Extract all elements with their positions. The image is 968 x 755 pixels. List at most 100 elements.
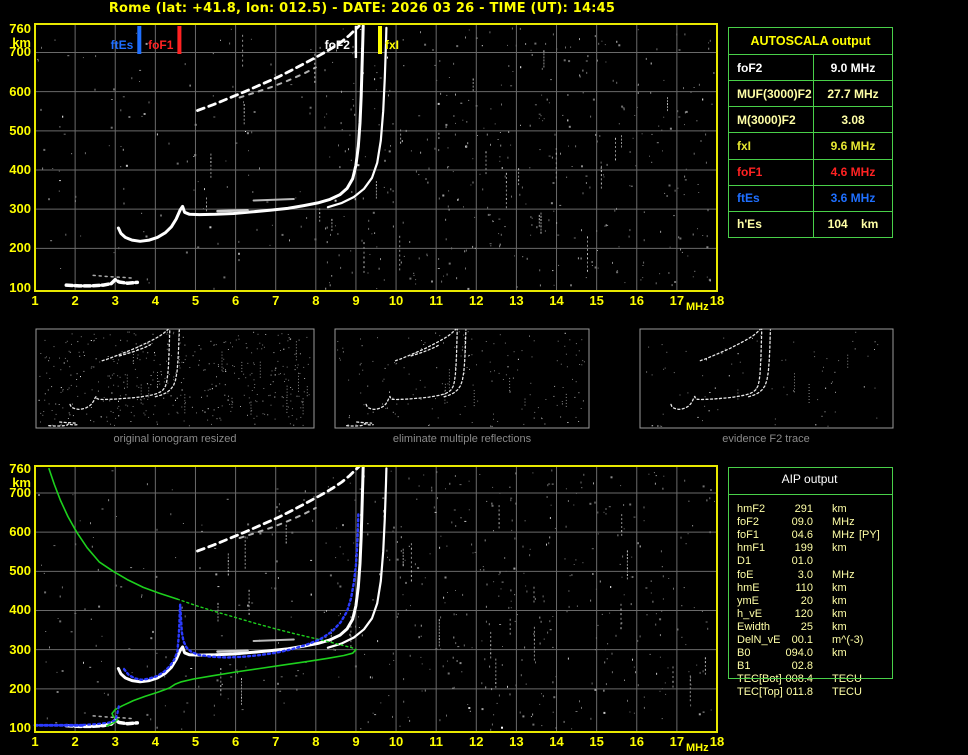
thumb-noise	[476, 364, 477, 366]
noise-speck	[699, 671, 701, 674]
noise-streak-dot	[314, 62, 316, 65]
noise-speck	[539, 616, 541, 619]
noise-streak-dot	[410, 543, 412, 546]
noise-speck	[685, 110, 688, 113]
thumb-noise	[835, 391, 836, 393]
noise-speck	[500, 144, 502, 147]
thumb-noise	[215, 385, 217, 387]
thumb-noise	[49, 357, 50, 359]
noise-speck	[656, 48, 658, 51]
noise-speck	[685, 644, 687, 646]
noise-speck	[413, 272, 415, 274]
noise-speck	[581, 165, 583, 168]
noise-streak-dot	[533, 638, 535, 641]
noise-speck	[326, 95, 328, 98]
noise-streak-dot	[319, 215, 321, 218]
thumb-noise	[119, 409, 121, 411]
noise-speck	[491, 502, 493, 505]
thumb-noise	[471, 354, 473, 356]
thumb-noise	[126, 383, 128, 385]
noise-streak-dot	[495, 662, 497, 665]
noise-streak-dot	[505, 189, 507, 192]
noise-speck	[499, 245, 501, 248]
x-tick-label: 12	[469, 734, 484, 749]
noise-streak-dot	[689, 675, 691, 678]
noise-speck	[235, 669, 238, 671]
thumb-noise	[200, 348, 202, 350]
thumb-noise	[565, 402, 567, 404]
thumb-noise	[163, 381, 165, 383]
thumb-noise	[179, 342, 181, 344]
noise-speck	[668, 272, 670, 274]
noise-streak-dot	[626, 574, 628, 576]
noise-speck	[343, 216, 345, 217]
thumb-noise	[355, 424, 357, 426]
thumb-noise	[198, 345, 200, 346]
noise-speck	[467, 704, 469, 705]
noise-speck	[393, 660, 395, 661]
noise-speck	[474, 551, 477, 553]
noise-speck	[498, 595, 500, 597]
noise-speck	[522, 715, 525, 718]
thumb-noise	[65, 342, 67, 344]
noise-speck	[552, 33, 554, 36]
noise-streak-dot	[242, 64, 244, 67]
noise-speck	[498, 694, 500, 697]
noise-speck	[496, 702, 498, 704]
noise-streak-dot	[248, 597, 250, 600]
noise-streak-dot	[538, 218, 540, 221]
noise-speck	[615, 634, 617, 637]
noise-speck	[656, 142, 659, 144]
thumb-noise	[147, 398, 149, 400]
thumb-noise	[64, 357, 66, 359]
thumb-noise	[66, 340, 68, 342]
noise-speck	[374, 108, 376, 110]
thumb-noise	[295, 341, 297, 343]
noise-speck	[534, 597, 536, 600]
noise-speck	[687, 255, 689, 257]
noise-speck	[372, 211, 375, 214]
noise-speck	[525, 683, 527, 685]
thumb-noise	[648, 346, 650, 348]
noise-speck	[392, 190, 394, 193]
thumb-noise	[208, 363, 210, 365]
noise-speck	[148, 101, 150, 104]
thumb-noise	[219, 383, 221, 385]
thumb-noise	[175, 372, 177, 374]
noise-speck	[83, 661, 84, 664]
noise-streak-dot	[243, 111, 245, 114]
noise-speck	[504, 557, 506, 559]
noise-speck	[235, 142, 238, 144]
autoscala-param-label: M(3000)F2	[737, 112, 796, 127]
thumb-noise	[396, 403, 398, 405]
thumbnail-3-frame	[639, 328, 894, 429]
thumb-noise	[408, 373, 410, 375]
noise-speck	[548, 542, 550, 545]
noise-speck	[314, 238, 317, 241]
noise-speck	[248, 174, 250, 176]
noise-streak-dot	[363, 261, 365, 264]
noise-streak-dot	[314, 80, 316, 83]
noise-speck	[310, 593, 312, 596]
thumb-noise	[771, 388, 773, 390]
aip-param-value: 291	[794, 503, 813, 515]
thumb-noise	[157, 375, 158, 376]
noise-streak-dot	[402, 551, 404, 554]
autoscala-app-screen: Rome (lat: +41.8, lon: 012.5) - DATE: 20…	[0, 0, 968, 755]
aip-param-value: 25	[800, 620, 813, 633]
noise-speck	[248, 150, 249, 152]
noise-speck	[563, 59, 566, 62]
thumb-noise	[40, 412, 42, 414]
thumb-noise	[78, 351, 80, 353]
thumb-noise	[93, 339, 95, 341]
noise-speck	[668, 578, 670, 579]
noise-speck	[454, 475, 456, 477]
noise-speck	[55, 722, 58, 724]
noise-speck	[595, 133, 597, 136]
noise-speck	[515, 472, 517, 475]
thumb-noise	[136, 357, 138, 359]
noise-speck	[146, 483, 148, 486]
thumb-noise	[877, 344, 879, 346]
noise-speck	[573, 237, 576, 239]
noise-speck	[548, 102, 550, 104]
